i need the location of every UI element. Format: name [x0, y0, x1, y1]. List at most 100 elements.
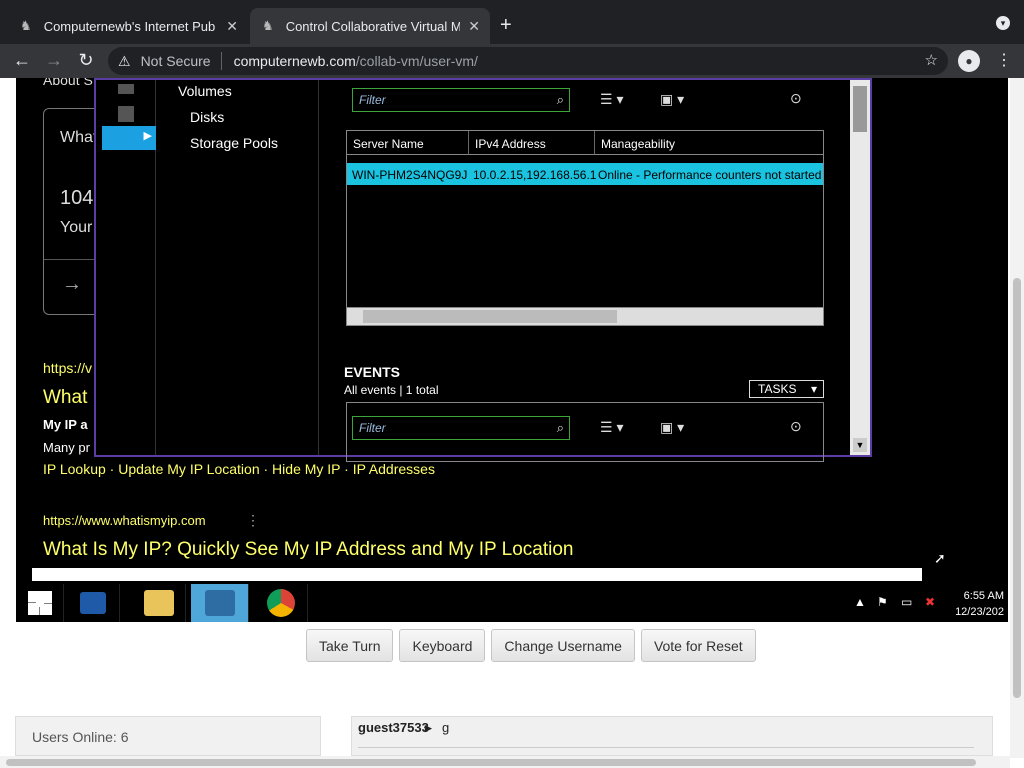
start-button[interactable]: [16, 584, 64, 622]
scroll-thumb[interactable]: [363, 310, 617, 323]
take-turn-button[interactable]: Take Turn: [306, 629, 394, 662]
filter-placeholder: Filter: [359, 93, 386, 107]
server-manager-window[interactable]: ▶ Volumes Disks Storage Pools Filter ⌕ ☰…: [94, 78, 872, 462]
list-options-icon[interactable]: ☰ ▾: [600, 419, 623, 436]
column-header-server-name[interactable]: Server Name: [347, 131, 469, 155]
users-online-count: Users Online: 6: [32, 729, 129, 745]
page-vertical-scrollbar[interactable]: [1010, 78, 1024, 758]
close-icon[interactable]: ✕: [468, 18, 480, 35]
site-favicon-icon: ♞: [262, 18, 274, 33]
back-arrow-icon[interactable]: ←: [10, 50, 34, 71]
warning-icon[interactable]: ⚠: [118, 53, 131, 70]
tab-computernewb-pub[interactable]: ♞ Computernewb's Internet Pub ✕: [8, 8, 248, 44]
arrow-right-icon[interactable]: →: [62, 273, 82, 296]
powershell-icon: [79, 592, 106, 614]
search-icon[interactable]: ⌕: [557, 92, 564, 108]
servers-pane: Filter ⌕ ☰ ▾ ▣ ▾ ⊙ Server Name IPv4 Addr…: [320, 80, 850, 462]
network-icon[interactable]: ▭: [901, 595, 912, 609]
chevron-right-icon: ▸: [425, 720, 432, 735]
profile-avatar-icon[interactable]: ●: [958, 50, 980, 72]
chevron-right-icon: ▶: [143, 130, 152, 142]
save-query-icon[interactable]: ▣ ▾: [660, 91, 684, 108]
list-options-icon[interactable]: ☰ ▾: [600, 91, 623, 108]
tree-item-storage-pools[interactable]: Storage Pools: [190, 135, 278, 151]
storage-tree: Volumes Disks Storage Pools: [157, 80, 319, 455]
folder-icon: [143, 590, 174, 616]
tab-title: Computernewb's Internet Pub: [43, 18, 216, 34]
result-url[interactable]: https://v: [43, 360, 92, 376]
tree-item-volumes[interactable]: Volumes: [178, 83, 232, 99]
tab-collab-vm[interactable]: ♞ Control Collaborative Virtual M ✕: [250, 8, 490, 44]
servers-grid: Server Name IPv4 Address Manageability W…: [346, 130, 824, 326]
close-icon[interactable]: ✕: [226, 18, 238, 35]
browser-menu-icon[interactable]: ⋮: [996, 50, 1012, 70]
taskbar-clock[interactable]: 6:55 AM 12/23/202: [955, 588, 1004, 620]
table-row[interactable]: WIN-PHM2S4NQG9J 10.0.2.15,192.168.56.1 O…: [347, 163, 823, 185]
scroll-thumb[interactable]: [853, 86, 867, 132]
events-subtitle: All events | 1 total: [344, 383, 439, 397]
vote-reset-button[interactable]: Vote for Reset: [640, 629, 756, 662]
chat-panel: guest37533 ▸ g: [351, 716, 993, 756]
tab-search-chevron-icon[interactable]: ▾: [996, 16, 1010, 30]
server-icon[interactable]: [118, 84, 134, 94]
card-number: 104: [60, 187, 94, 209]
card-label: Your: [60, 219, 93, 236]
users-online-panel: Users Online: 6: [15, 716, 321, 756]
more-options-icon[interactable]: ⋮: [246, 512, 260, 529]
vm-controls: Take Turn Keyboard Change Username Vote …: [306, 629, 756, 662]
tree-item-disks[interactable]: Disks: [190, 109, 224, 125]
expand-circle-icon[interactable]: ⊙: [790, 90, 802, 107]
chat-username: guest37533: [358, 720, 429, 735]
card-title: What: [60, 129, 98, 146]
new-tab-plus-icon[interactable]: +: [500, 14, 512, 37]
forward-arrow-icon[interactable]: →: [42, 50, 66, 71]
browser-tab-strip: ♞ Computernewb's Internet Pub ✕ ♞ Contro…: [0, 0, 1024, 44]
expand-circle-icon[interactable]: ⊙: [790, 418, 802, 435]
show-hidden-icons-chevron-icon[interactable]: ▲: [854, 595, 866, 609]
window-vertical-scrollbar[interactable]: ▼: [850, 80, 870, 455]
tasks-dropdown[interactable]: TASKS ▾: [749, 380, 824, 398]
keyboard-button[interactable]: Keyboard: [399, 629, 486, 662]
taskbar-server-manager[interactable]: [191, 584, 249, 622]
result-url[interactable]: https://www.whatismyip.com: [43, 513, 206, 528]
scroll-thumb[interactable]: [6, 759, 976, 766]
page-horizontal-scrollbar[interactable]: [0, 756, 1010, 768]
reload-icon[interactable]: ↻: [74, 50, 98, 71]
change-username-button[interactable]: Change Username: [491, 629, 635, 662]
roles-icon[interactable]: [118, 106, 134, 122]
volume-muted-icon[interactable]: ✖: [925, 595, 935, 609]
result-title[interactable]: What Is My IP? Quickly See My IP Address…: [43, 539, 573, 561]
windows-taskbar: ▲ ⚑ ▭ ✖ 6:55 AM 12/23/202: [16, 584, 1008, 622]
search-icon[interactable]: ⌕: [557, 420, 564, 436]
clock-date: 12/23/202: [955, 606, 1004, 618]
result-title[interactable]: What: [43, 387, 87, 409]
divider: [220, 52, 222, 70]
result-bold-text: My IP a: [43, 417, 88, 432]
grid-horizontal-scrollbar[interactable]: [347, 307, 823, 325]
vm-display[interactable]: About S What 104 Your → https://v What M…: [16, 78, 1008, 622]
address-bar[interactable]: ⚠ Not Secure computernewb.com /collab-vm…: [108, 47, 948, 75]
file-storage-nav-item[interactable]: ▶: [102, 126, 156, 150]
site-favicon-icon: ♞: [20, 18, 32, 33]
chrome-icon: [266, 589, 295, 617]
taskbar-chrome[interactable]: [254, 584, 308, 622]
save-query-icon[interactable]: ▣ ▾: [660, 419, 684, 436]
windows-logo-icon: [27, 591, 52, 615]
tab-title: Control Collaborative Virtual M: [285, 18, 461, 34]
chat-message: g: [442, 720, 450, 735]
about-snippet: About S: [43, 78, 93, 88]
cell-ipv4: 10.0.2.15,192.168.56.1: [473, 168, 597, 182]
column-header-ipv4[interactable]: IPv4 Address: [469, 131, 595, 155]
flag-icon[interactable]: ⚑: [877, 595, 888, 609]
events-filter-input[interactable]: Filter ⌕: [352, 416, 570, 440]
result-sitelinks[interactable]: IP Lookup · Update My IP Location · Hide…: [43, 461, 435, 477]
guest-page-horizontal-scrollbar[interactable]: [32, 568, 922, 581]
scroll-down-arrow-icon[interactable]: ▼: [853, 438, 867, 452]
column-header-manageability[interactable]: Manageability: [595, 131, 823, 155]
scroll-thumb[interactable]: [1013, 278, 1021, 698]
mouse-cursor-icon: ➚: [934, 550, 946, 566]
bookmark-star-icon[interactable]: ☆: [925, 51, 938, 69]
taskbar-powershell[interactable]: [66, 584, 120, 622]
taskbar-file-explorer[interactable]: [132, 584, 186, 622]
servers-filter-input[interactable]: Filter ⌕: [352, 88, 570, 112]
